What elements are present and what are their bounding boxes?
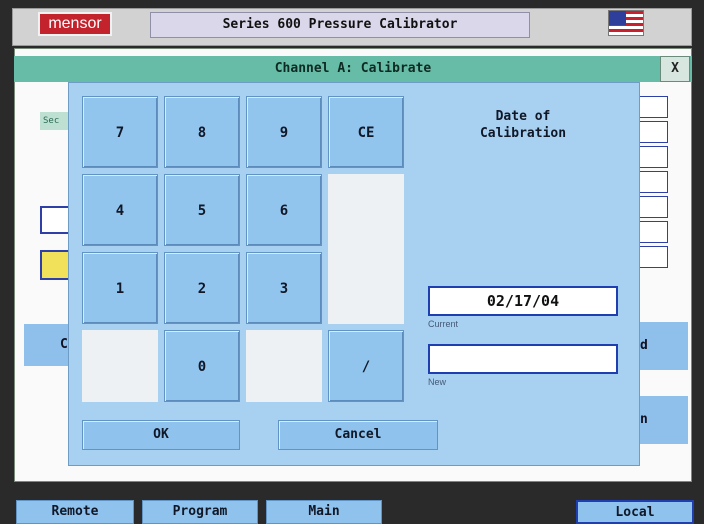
- key-8[interactable]: 8: [164, 96, 240, 168]
- keypad-blank-area: [82, 330, 158, 402]
- nav-main-button[interactable]: Main: [266, 500, 382, 524]
- keypad-blank-area: [246, 330, 322, 402]
- key-1[interactable]: 1: [82, 252, 158, 324]
- nav-local-button[interactable]: Local: [576, 500, 694, 524]
- background-field: [40, 206, 70, 234]
- key-0[interactable]: 0: [164, 330, 240, 402]
- key-6[interactable]: 6: [246, 174, 322, 246]
- nav-remote-button[interactable]: Remote: [16, 500, 134, 524]
- nav-program-button[interactable]: Program: [142, 500, 258, 524]
- key-slash[interactable]: /: [328, 330, 404, 402]
- close-button[interactable]: X: [660, 56, 690, 82]
- key-5[interactable]: 5: [164, 174, 240, 246]
- cancel-button[interactable]: Cancel: [278, 420, 438, 450]
- ok-button[interactable]: OK: [82, 420, 240, 450]
- date-of-calibration-title: Date of Calibration: [428, 108, 618, 142]
- new-label: New: [428, 377, 447, 387]
- mensor-logo: mensor: [38, 12, 112, 36]
- key-clear-entry[interactable]: CE: [328, 96, 404, 168]
- key-4[interactable]: 4: [82, 174, 158, 246]
- key-7[interactable]: 7: [82, 96, 158, 168]
- date-title-line-2: Calibration: [479, 126, 567, 141]
- key-9[interactable]: 9: [246, 96, 322, 168]
- keypad-blank-area: [328, 174, 404, 324]
- current-label: Current: [428, 319, 459, 329]
- us-flag-icon[interactable]: [608, 10, 644, 36]
- key-3[interactable]: 3: [246, 252, 322, 324]
- background-highlight-field: [40, 250, 70, 280]
- device-title: Series 600 Pressure Calibrator: [150, 12, 530, 38]
- date-title-line-1: Date of: [495, 109, 551, 124]
- section-label: Sec: [40, 112, 70, 130]
- new-date-input[interactable]: [428, 344, 618, 374]
- window-title: Channel A: Calibrate: [14, 56, 692, 82]
- key-2[interactable]: 2: [164, 252, 240, 324]
- current-date-field: 02/17/04: [428, 286, 618, 316]
